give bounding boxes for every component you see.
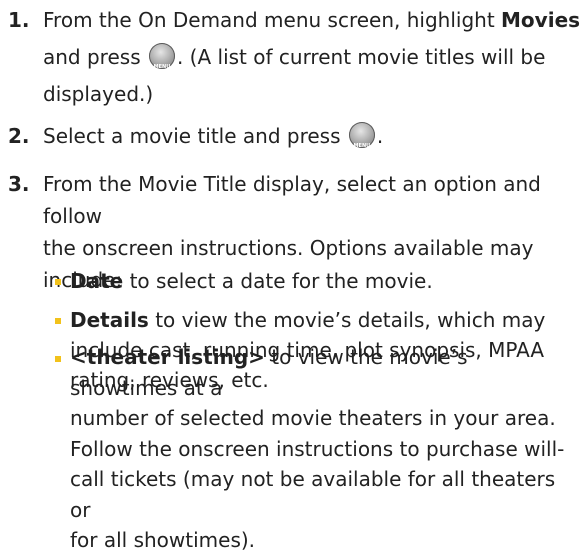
option-line: Details to view the movie’s details, whi…	[70, 305, 580, 335]
option-date: Date to select a date for the movie.	[55, 266, 580, 296]
step-text-segment: . (A list of current movie titles will b…	[176, 45, 546, 69]
menu-item-movies: Movies	[501, 8, 581, 32]
step-text: Select a movie title and press .	[43, 118, 586, 171]
option-label: Details	[70, 308, 149, 332]
option-line: for all showtimes).	[70, 528, 256, 552]
bullet-icon	[55, 356, 61, 362]
option-label: <theater listing>	[70, 345, 265, 369]
bullet-icon	[55, 279, 61, 285]
option-text: to view the movie’s details, which may	[148, 308, 546, 332]
step-line: From the On Demand menu screen, highligh…	[43, 2, 586, 39]
bullet-icon	[55, 318, 61, 324]
option-line: number of selected movie theaters in you…	[70, 406, 556, 430]
step-number: 1.	[8, 8, 30, 32]
step-text-segment: From the On Demand menu screen, highligh…	[43, 8, 502, 32]
step-line: displayed.)	[43, 76, 586, 113]
step-text: From the On Demand menu screen, highligh…	[43, 2, 586, 113]
step-number: 2.	[8, 124, 30, 148]
step-number: 3.	[8, 172, 30, 196]
step-text-segment: Select a movie title and press	[43, 124, 347, 148]
option-line: Follow the onscreen instructions to purc…	[70, 436, 565, 461]
option-text: to select a date for the movie.	[123, 269, 433, 293]
option-label: Date	[70, 269, 124, 293]
step-line: and press . (A list of current movie tit…	[43, 39, 586, 92]
option-line: call tickets (may not be available for a…	[70, 467, 556, 522]
menu-ok-button-icon	[148, 43, 175, 92]
menu-ok-button-icon	[348, 122, 375, 171]
option-theater-listing-text: <theater listing> to view the movie’s sh…	[70, 342, 580, 556]
step-text-segment: .	[376, 124, 384, 148]
step-line: the onscreen instructions. Options avail…	[43, 236, 534, 260]
step-text-segment: and press	[43, 45, 147, 69]
option-line: <theater listing> to view the movie’s sh…	[70, 342, 580, 403]
step-text-segment: displayed.)	[43, 82, 154, 106]
step-line: From the Movie Title display, select an …	[43, 172, 541, 228]
